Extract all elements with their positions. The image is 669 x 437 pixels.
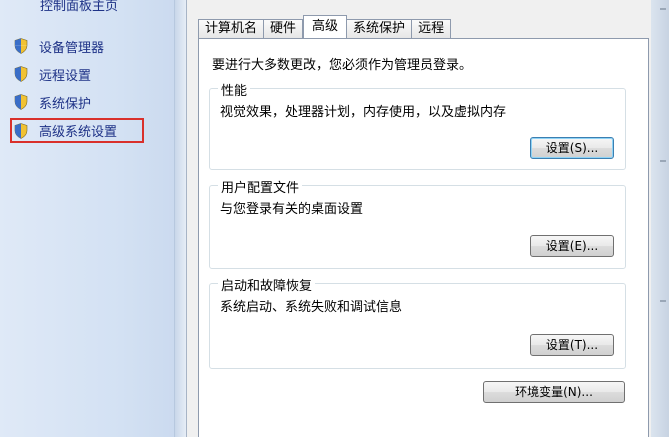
sidebar-item-remote-settings[interactable]: 远程设置	[14, 64, 91, 84]
tab-hardware[interactable]: 硬件	[263, 19, 304, 38]
sidebar-item-label: 远程设置	[39, 68, 92, 84]
shield-icon	[14, 38, 28, 54]
edge-tick	[660, 8, 666, 10]
group-description: 视觉效果，处理器计划，内存使用，以及虚拟内存	[220, 105, 507, 120]
sidebar-item-label: 设备管理器	[39, 40, 105, 56]
tab-advanced[interactable]: 高级	[303, 15, 348, 38]
sidebar-item-system-protection[interactable]: 系统保护	[14, 92, 91, 112]
system-properties-screen: 控制面板主页 设备管理器 远程设置 系统保护 高级系统设置 计算机名 硬件 高级…	[0, 0, 669, 437]
sidebar-item-device-manager[interactable]: 设备管理器	[14, 36, 104, 56]
window-edge	[651, 0, 669, 437]
control-panel-home-link[interactable]: 控制面板主页	[40, 0, 118, 14]
startup-recovery-settings-button[interactable]: 设置(T)...	[530, 334, 614, 356]
edge-tick	[660, 160, 666, 162]
sidebar-item-label: 系统保护	[39, 96, 92, 112]
shield-icon	[14, 66, 28, 82]
sidebar-item-advanced-system-settings[interactable]: 高级系统设置	[10, 118, 144, 143]
pane-divider	[175, 0, 186, 437]
performance-group: 性能 视觉效果，处理器计划，内存使用，以及虚拟内存 设置(S)...	[209, 80, 626, 170]
tab-system-protection[interactable]: 系统保护	[346, 19, 413, 38]
group-title: 启动和故障恢复	[218, 275, 316, 294]
admin-notice: 要进行大多数更改，您必须作为管理员登录。	[212, 58, 473, 73]
edge-tick	[660, 300, 666, 302]
user-profiles-settings-button[interactable]: 设置(E)...	[530, 235, 614, 257]
environment-variables-button[interactable]: 环境变量(N)...	[483, 381, 625, 403]
group-description: 系统启动、系统失败和调试信息	[220, 300, 403, 315]
tab-computer-name[interactable]: 计算机名	[198, 19, 265, 38]
tab-remote[interactable]: 远程	[411, 19, 452, 38]
sidebar-item-label: 高级系统设置	[39, 125, 118, 140]
advanced-tab-panel: 要进行大多数更改，您必须作为管理员登录。 性能 视觉效果，处理器计划，内存使用，…	[198, 38, 649, 437]
group-description: 与您登录有关的桌面设置	[220, 202, 364, 217]
startup-recovery-group: 启动和故障恢复 系统启动、系统失败和调试信息 设置(T)...	[209, 275, 626, 369]
group-title: 性能	[218, 80, 251, 99]
tab-strip: 计算机名 硬件 高级 系统保护 远程	[198, 15, 452, 38]
performance-settings-button[interactable]: 设置(S)...	[530, 137, 614, 159]
group-title: 用户配置文件	[218, 177, 303, 196]
shield-icon	[14, 122, 28, 139]
shield-icon	[14, 94, 28, 110]
user-profiles-group: 用户配置文件 与您登录有关的桌面设置 设置(E)...	[209, 177, 626, 269]
control-panel-sidebar: 控制面板主页 设备管理器 远程设置 系统保护 高级系统设置	[0, 0, 175, 437]
system-properties-dialog: 计算机名 硬件 高级 系统保护 远程 要进行大多数更改，您必须作为管理员登录。 …	[186, 0, 669, 437]
